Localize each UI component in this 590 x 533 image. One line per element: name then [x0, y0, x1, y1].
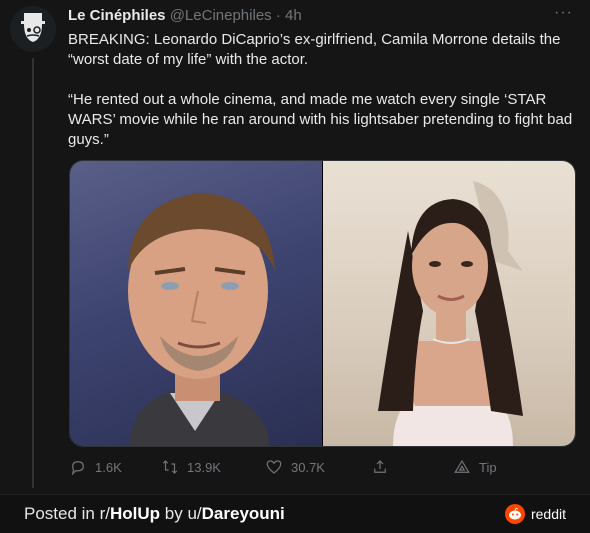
author-name[interactable]: Le Cinéphiles	[68, 7, 166, 24]
retweet-count: 13.9K	[187, 459, 221, 475]
retweet-button[interactable]: 13.9K	[161, 458, 221, 476]
tip-button[interactable]: Tip	[453, 458, 497, 476]
thread-line	[32, 58, 34, 488]
avatar-illustration-icon	[21, 13, 45, 42]
reddit-alien-icon	[504, 504, 525, 524]
posted-in-text: Posted in r/HolUp by u/Dareyouni	[24, 504, 285, 524]
reply-icon	[71, 461, 84, 476]
header-separator: ·	[275, 7, 281, 24]
share-button[interactable]	[371, 458, 389, 476]
by-prefix: by u/	[160, 504, 202, 523]
tweet-text: BREAKING: Leonardo DiCaprio’s ex-girlfri…	[68, 30, 573, 150]
tweet-media[interactable]	[69, 160, 576, 447]
share-icon	[374, 460, 386, 473]
like-count: 30.7K	[291, 459, 325, 475]
reddit-brand-label: reddit	[530, 506, 566, 522]
more-options-icon[interactable]: ···	[554, 4, 573, 22]
photo-woman-portrait[interactable]	[323, 161, 575, 446]
tweet-card[interactable]: Le Cinéphiles @LeCinephiles · 4h ··· BRE…	[0, 0, 590, 494]
woman-portrait-illustration	[378, 181, 523, 446]
author-avatar[interactable]	[10, 6, 56, 52]
username[interactable]: Dareyouni	[202, 504, 285, 523]
subreddit-name[interactable]: HolUp	[110, 504, 160, 523]
tweet-time[interactable]: 4h	[285, 7, 302, 24]
tweet-header: Le Cinéphiles @LeCinephiles · 4h	[68, 7, 302, 24]
tip-label: Tip	[479, 459, 497, 475]
tweet-paragraph-2: “He rented out a whole cinema, and made …	[68, 91, 573, 148]
reddit-brand[interactable]: reddit	[504, 504, 566, 524]
reddit-footer: Posted in r/HolUp by u/Dareyouni reddit	[0, 494, 590, 533]
author-handle[interactable]: @LeCinephiles	[170, 7, 272, 24]
heart-icon	[266, 460, 282, 474]
posted-prefix: Posted in r/	[24, 504, 110, 523]
man-portrait-illustration	[128, 193, 275, 446]
tip-icon	[454, 459, 470, 473]
tweet-paragraph-1: BREAKING: Leonardo DiCaprio’s ex-girlfri…	[68, 31, 561, 68]
reply-button[interactable]: 1.6K	[69, 458, 122, 476]
tweet-actions: 1.6K 13.9K 30.7K Tip	[69, 458, 529, 478]
retweet-icon	[162, 460, 178, 474]
reply-count: 1.6K	[95, 459, 122, 475]
photo-man-portrait[interactable]	[70, 161, 322, 446]
like-button[interactable]: 30.7K	[265, 458, 325, 476]
